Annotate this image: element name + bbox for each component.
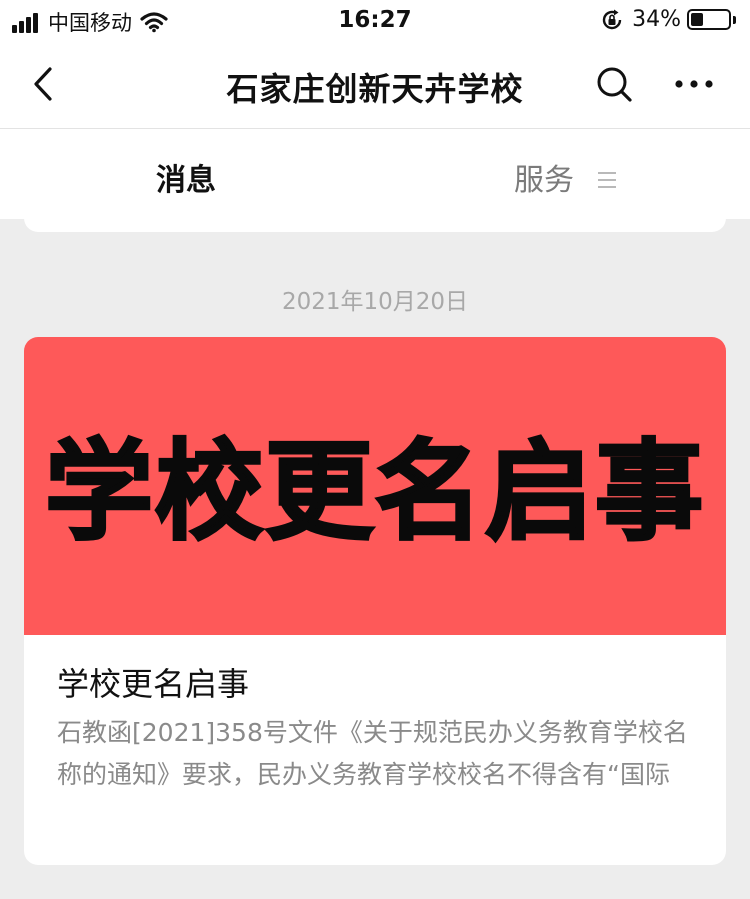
search-icon[interactable] — [594, 64, 634, 104]
battery-icon — [687, 9, 731, 30]
tab-bar: 消息 服务 — [0, 129, 750, 219]
feed-date: 2021年10月20日 — [281, 289, 469, 315]
nav-bar: 石家庄创新天卉学校 — [0, 42, 750, 128]
orientation-lock-icon — [602, 9, 622, 29]
tab-services[interactable]: 服务 — [514, 155, 616, 199]
article-cover-text: 学校更名启事 — [43, 429, 705, 557]
battery-fill — [691, 13, 703, 26]
previous-card[interactable] — [24, 212, 726, 232]
more-icon[interactable] — [672, 66, 716, 102]
article-description: 石教函[2021]358号文件《关于规范民办义务教育学校名称的通知》要求，民办义… — [57, 718, 688, 789]
menu-icon — [597, 171, 616, 188]
battery-tip — [733, 15, 736, 24]
article-card[interactable]: 学校更名启事 学校更名启事 石教函[2021]358号文件《关于规范民办义务教育… — [24, 337, 726, 865]
tab-services-label: 服务 — [514, 163, 574, 198]
status-right: 34% — [600, 7, 736, 32]
article-cover-image: 学校更名启事 — [24, 337, 726, 635]
status-bar: 中国移动 16:27 34% — [0, 0, 750, 42]
article-title: 学校更名启事 — [57, 665, 250, 703]
battery-percent: 34% — [632, 7, 681, 32]
tab-messages[interactable]: 消息 — [156, 155, 216, 199]
page-title: 石家庄创新天卉学校 — [226, 70, 524, 108]
